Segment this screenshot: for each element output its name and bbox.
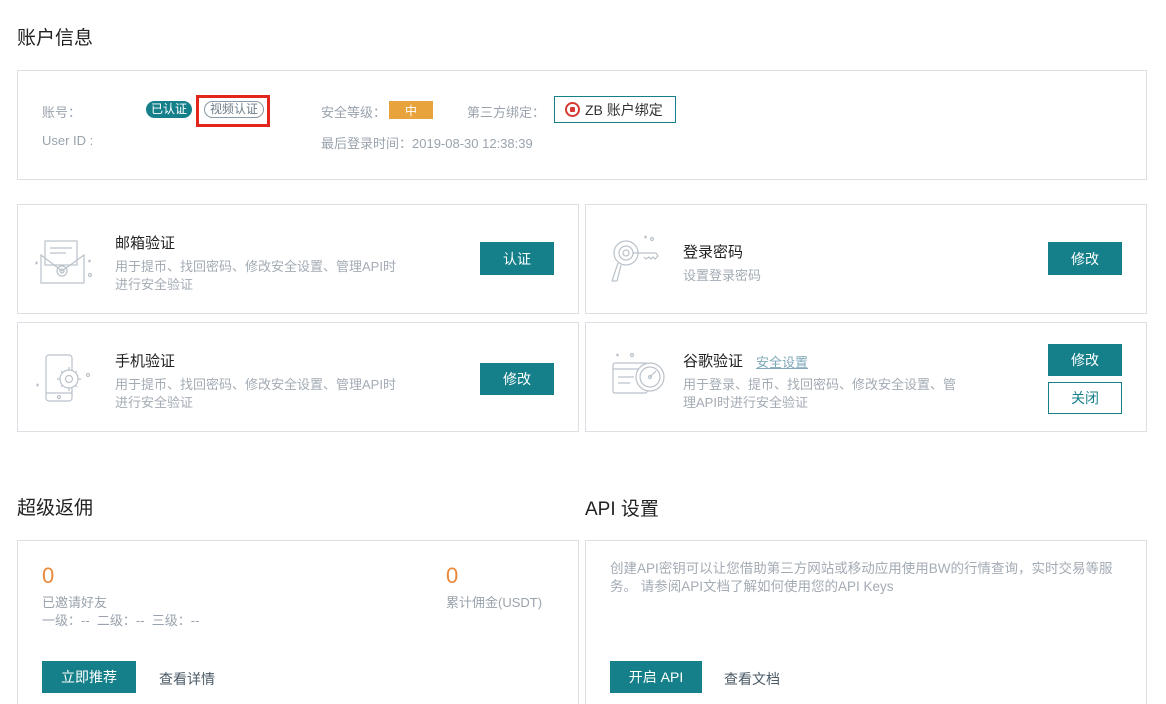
google-verify-card: 谷歌验证 安全设置 用于登录、提币、找回密码、修改安全设置、管 理API时进行安… [585,322,1147,432]
rebate-card: 0 已邀请好友 一级：-- 二级：-- 三级：-- 0 累计佣金(USDT) 立… [17,540,579,704]
rebate-section-title: 超级返佣 [17,498,94,519]
video-verify-badge[interactable]: 视频认证 [204,101,265,118]
google-modify-button[interactable]: 修改 [1048,344,1122,376]
verified-badge: 已认证 [146,101,193,118]
phone-card-title: 手机验证 [115,353,176,370]
phone-desc-line2: 进行安全验证 [115,395,194,410]
enable-api-button[interactable]: 开启 API [610,661,702,693]
security-level-badge: 中 [389,101,433,119]
account-info-card: 账号： 已认证 视频认证 User ID : 安全等级： 中 第三方绑定： ZB… [17,70,1147,180]
phone-modify-button[interactable]: 修改 [480,363,554,395]
zb-bind-label: ZB 账户绑定 [585,101,663,118]
api-desc-line2: 务。 请参阅API文档了解如何使用您的API Keys [610,579,894,594]
email-verify-button[interactable]: 认证 [480,242,554,275]
api-desc-line1: 创建API密钥可以让您借助第三方网站或移动应用使用BW的行情查询，实时交易等服 [610,561,1113,576]
api-desc: 创建API密钥可以让您借助第三方网站或移动应用使用BW的行情查询，实时交易等服 … [610,560,1113,596]
google-authenticator-icon [612,352,665,394]
userid-label: User ID : [42,133,94,148]
invited-label: 已邀请好友 [42,595,108,610]
api-section-title: API 设置 [585,499,659,520]
email-desc-line1: 用于提币、找回密码、修改安全设置、管理API时 [115,259,396,274]
login-password-card: 登录密码 设置登录密码 修改 [585,204,1147,314]
google-security-settings-link[interactable]: 安全设置 [756,352,808,371]
last-login-time: 最后登录时间：2019-08-30 12:38:39 [321,136,533,151]
zb-logo-icon [565,102,580,117]
phone-card-desc: 用于提币、找回密码、修改安全设置、管理API时 进行安全验证 [115,376,396,412]
security-level-label: 安全等级： [321,105,387,120]
view-docs-link[interactable]: 查看文档 [724,669,780,689]
commission-value: 0 [446,563,459,588]
commission-label: 累计佣金(USDT) [446,595,543,610]
third-party-label: 第三方绑定： [467,105,546,120]
email-verify-card: 邮箱验证 用于提币、找回密码、修改安全设置、管理API时 进行安全验证 认证 [17,204,579,314]
api-card: 创建API密钥可以让您借助第三方网站或移动应用使用BW的行情查询，实时交易等服 … [585,540,1147,704]
view-details-link[interactable]: 查看详情 [159,669,215,689]
google-desc-line1: 用于登录、提币、找回密码、修改安全设置、管 [683,377,957,392]
google-card-title: 谷歌验证 [683,353,744,370]
phone-settings-icon [36,354,91,402]
password-modify-button[interactable]: 修改 [1048,242,1122,275]
invited-count: 0 [42,563,55,588]
account-label: 账号： [42,105,82,120]
email-card-title: 邮箱验证 [115,235,176,252]
phone-verify-card: 手机验证 用于提币、找回密码、修改安全设置、管理API时 进行安全验证 修改 [17,322,579,432]
email-card-desc: 用于提币、找回密码、修改安全设置、管理API时 进行安全验证 [115,258,396,294]
password-card-title: 登录密码 [683,244,744,261]
google-card-desc: 用于登录、提币、找回密码、修改安全设置、管 理API时进行安全验证 [683,376,956,412]
google-close-button[interactable]: 关闭 [1048,382,1122,414]
phone-desc-line1: 用于提币、找回密码、修改安全设置、管理API时 [115,377,396,392]
password-card-desc: 设置登录密码 [683,268,762,283]
email-desc-line2: 进行安全验证 [115,277,194,292]
email-icon [35,240,93,284]
key-icon [611,235,659,282]
google-desc-line2: 理API时进行安全验证 [683,395,808,410]
recommend-now-button[interactable]: 立即推荐 [42,661,136,693]
account-section-title: 账户信息 [17,28,94,49]
zb-bind-button[interactable]: ZB 账户绑定 [554,96,676,123]
invite-levels: 一级：-- 二级：-- 三级：-- [42,613,200,628]
